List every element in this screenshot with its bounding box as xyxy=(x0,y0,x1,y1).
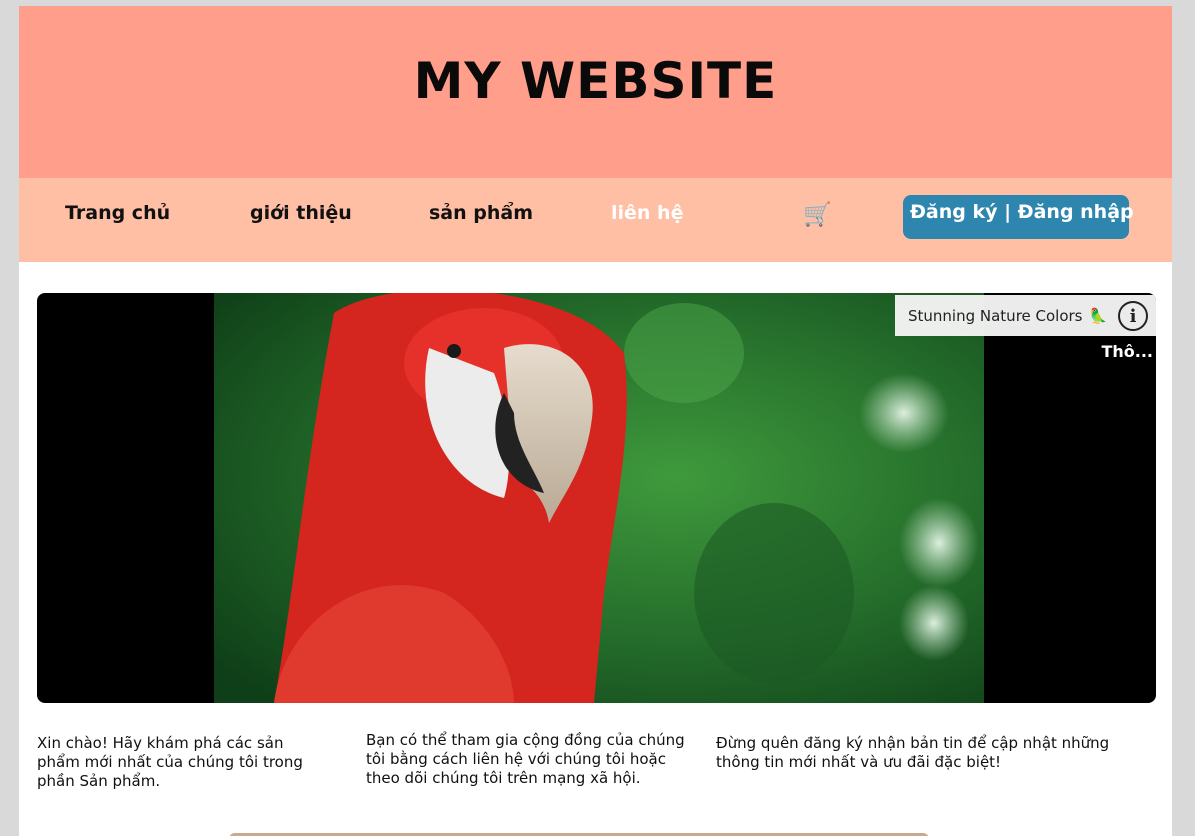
community-text: Bạn có thể tham gia cộng đồng của chúng … xyxy=(366,731,685,787)
cart-icon[interactable]: 🛒 xyxy=(803,201,832,228)
info-icon[interactable]: i xyxy=(1118,301,1148,331)
site-header: MY WEBSITE xyxy=(19,6,1172,178)
nav-item-products[interactable]: sản phẩm xyxy=(429,202,533,224)
page: MY WEBSITE Trang chủ giới thiệu sản phẩm… xyxy=(19,6,1172,836)
nav-item-about[interactable]: giới thiệu xyxy=(250,202,352,224)
newsletter-text: Đừng quên đăng ký nhận bản tin để cập nh… xyxy=(716,734,1110,771)
nav-item-contact[interactable]: liên hệ xyxy=(611,202,683,224)
nav-item-home[interactable]: Trang chủ xyxy=(65,202,170,224)
video-player[interactable]: Stunning Nature Colors 🦜 i Thô... xyxy=(37,293,1156,703)
video-frame-parrot xyxy=(214,293,984,703)
parrot-image xyxy=(214,293,984,703)
video-overlay-text: Thô... xyxy=(1101,342,1153,361)
intro-text: Xin chào! Hãy khám phá các sản phẩm mới … xyxy=(37,734,303,790)
signup-login-button[interactable]: Đăng ký | Đăng nhập xyxy=(903,195,1134,239)
parrot-emoji-icon: 🦜 xyxy=(1088,307,1108,325)
video-info-bar[interactable]: Stunning Nature Colors 🦜 i xyxy=(895,295,1156,336)
site-title: MY WEBSITE xyxy=(413,52,778,110)
main-nav: Trang chủ giới thiệu sản phẩm liên hệ 🛒 … xyxy=(19,178,1172,262)
video-title[interactable]: Stunning Nature Colors xyxy=(908,307,1083,325)
